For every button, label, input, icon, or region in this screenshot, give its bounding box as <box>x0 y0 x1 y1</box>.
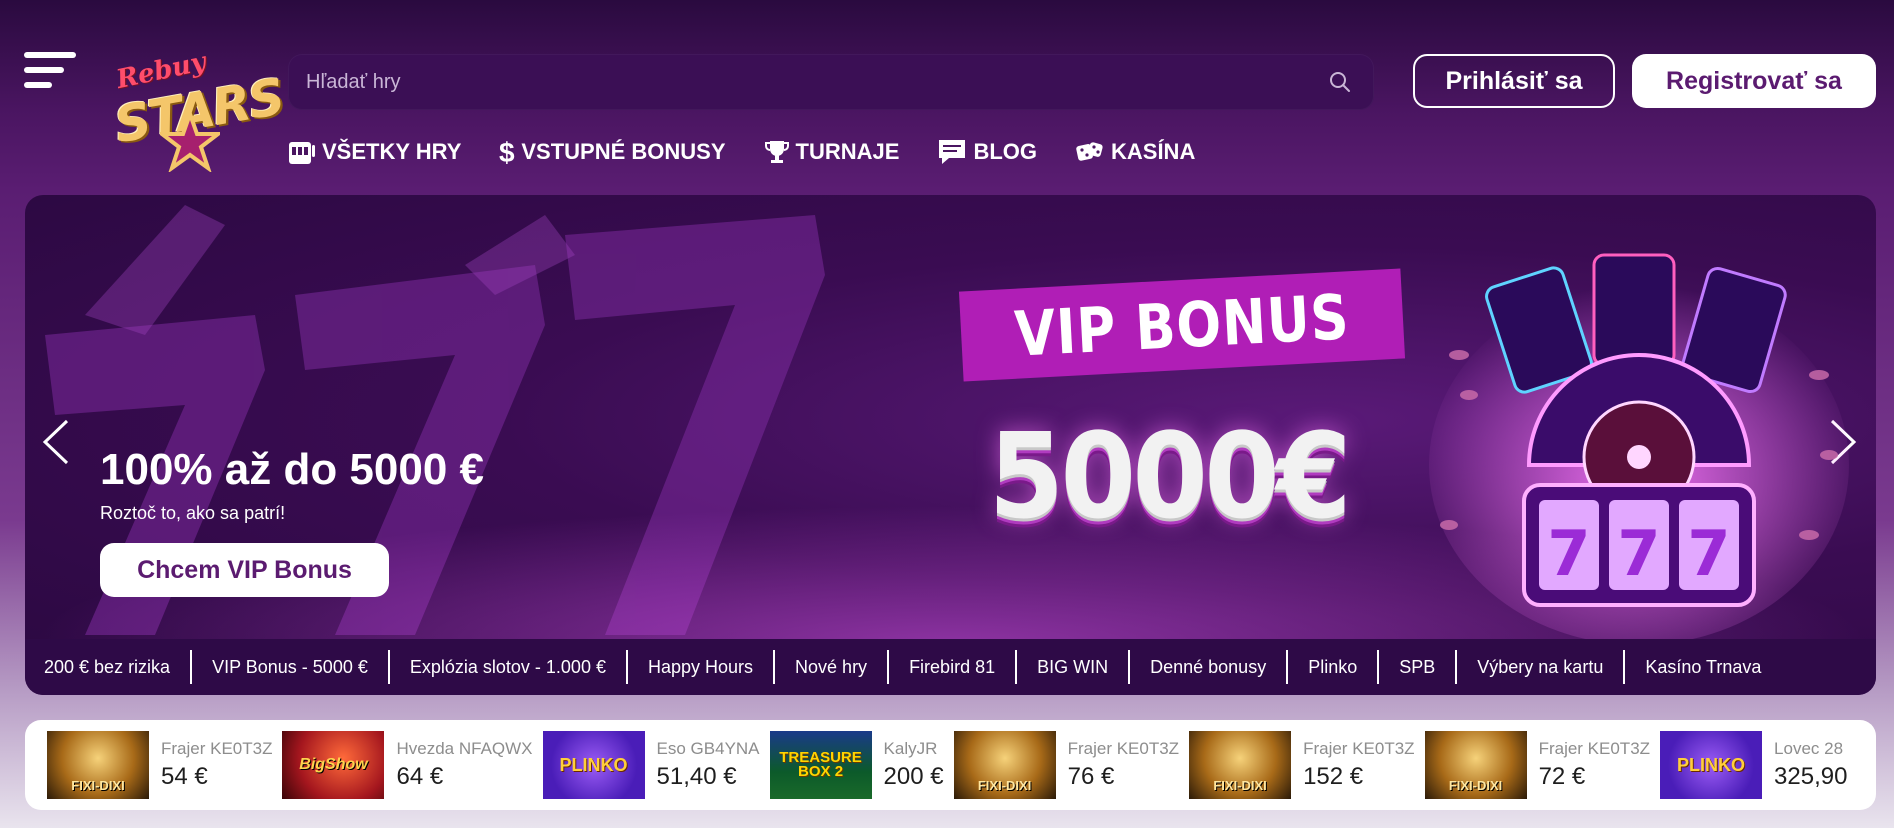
promo-tab[interactable]: Kasíno Trnava <box>1625 650 1781 684</box>
winner-item[interactable]: FIXI-DIXI Frajer KE0T3Z 54 € <box>47 731 272 799</box>
register-button[interactable]: Registrovať sa <box>1632 54 1876 108</box>
winner-name: Frajer KE0T3Z <box>1303 739 1415 758</box>
winner-amount: 325,90 <box>1774 763 1848 790</box>
game-thumbnail[interactable]: FIXI-DIXI <box>1424 731 1527 799</box>
promo-tab[interactable]: Denné bonusy <box>1130 650 1289 684</box>
svg-text:$: $ <box>499 138 515 166</box>
nav-item-tournaments[interactable]: TURNAJE <box>764 136 900 168</box>
promo-tabs: 200 € bez rizika VIP Bonus - 5000 € Expl… <box>25 639 1876 695</box>
promo-tab[interactable]: Výbery na kartu <box>1457 650 1626 684</box>
hero-title: 100% až do 5000 € <box>100 445 485 494</box>
game-thumbnail-title: PLINKO <box>559 755 628 775</box>
promo-tab[interactable]: VIP Bonus - 5000 € <box>192 650 390 684</box>
site-logo[interactable]: Rebuy STARS <box>110 47 287 180</box>
dollar-icon: $ <box>499 138 515 166</box>
winner-item[interactable]: TREASURE BOX 2 KalyJR 200 € <box>769 731 944 799</box>
promo-tab[interactable]: 200 € bez rizika <box>44 650 193 684</box>
winner-name: Frajer KE0T3Z <box>1067 739 1180 758</box>
search-input[interactable] <box>306 54 1286 110</box>
hero-subtitle: Roztoč to, ako sa patrí! <box>100 503 286 523</box>
winner-amount: 152 € <box>1303 763 1364 790</box>
chevron-left-icon[interactable] <box>41 417 71 467</box>
svg-text:7: 7 <box>1617 517 1660 590</box>
winner-name: Lovec 28 <box>1774 739 1844 758</box>
promo-tab[interactable]: Happy Hours <box>628 650 776 684</box>
chat-icon <box>939 140 966 164</box>
promo-tab[interactable]: Nové hry <box>775 650 890 684</box>
winner-amount: 76 € <box>1067 763 1115 790</box>
winner-item[interactable]: PLINKO Lovec 28 325,90 <box>1660 731 1847 799</box>
promo-tab[interactable]: Explózia slotov - 1.000 € <box>390 650 628 684</box>
game-thumbnail[interactable]: FIXI-DIXI <box>1189 731 1292 799</box>
nav-item-casinos[interactable]: KASÍNA <box>1075 136 1195 168</box>
winner-amount: 54 € <box>161 763 208 790</box>
game-thumbnail[interactable]: PLINKO <box>1660 731 1763 799</box>
game-thumbnail-title: PLINKO <box>1677 755 1746 775</box>
nav-item-all-games[interactable]: VŠETKY HRY <box>288 136 461 168</box>
vip-bonus-amount: 5000€ <box>988 407 1352 545</box>
slot-machine-illustration: 7 7 7 <box>1429 253 1849 645</box>
winner-item[interactable]: FIXI-DIXI Frajer KE0T3Z 152 € <box>1189 731 1415 799</box>
game-thumbnail-title: BigShow <box>299 756 368 773</box>
game-thumbnail-title: FIXI-DIXI <box>1213 778 1267 793</box>
svg-text:7: 7 <box>1687 517 1730 590</box>
winner-name: Eso GB4YNA <box>656 739 760 758</box>
promo-tab[interactable]: Plinko <box>1288 650 1380 684</box>
winner-amount: 51,40 € <box>656 763 737 790</box>
game-thumbnail-title: FIXI-DIXI <box>1448 778 1503 793</box>
search-bar <box>288 54 1374 110</box>
trophy-icon <box>764 141 789 163</box>
winner-amount: 64 € <box>396 763 444 790</box>
game-thumbnail-title: FIXI-DIXI <box>977 778 1032 793</box>
winner-amount: 200 € <box>883 763 944 790</box>
winner-name: Hvezda NFAQWX <box>396 739 533 758</box>
recent-winners-strip: FIXI-DIXI Frajer KE0T3Z 54 € BigShow Hve… <box>25 720 1876 810</box>
winner-name: Frajer KE0T3Z <box>1538 739 1651 758</box>
star-icon <box>160 112 220 172</box>
vip-bonus-badge-text: VIP BONUS <box>1012 279 1352 371</box>
hero-banner[interactable]: 100% až do 5000 € Roztoč to, ako sa patr… <box>25 195 1876 695</box>
game-thumbnail[interactable]: TREASURE BOX 2 <box>769 731 872 799</box>
nav-item-label: VŠETKY HRY <box>322 139 462 164</box>
nav-item-label: TURNAJE <box>795 139 900 164</box>
winner-item[interactable]: FIXI-DIXI Frajer KE0T3Z 72 € <box>1424 731 1651 799</box>
game-thumbnail[interactable]: PLINKO <box>542 731 645 799</box>
main-nav: VŠETKY HRY $ VSTUPNÉ BONUSY TURNAJE BLOG… <box>288 136 1195 168</box>
dice-icon <box>1076 142 1103 161</box>
nav-item-label: VSTUPNÉ BONUSY <box>521 139 726 164</box>
winner-item[interactable]: FIXI-DIXI Frajer KE0T3Z 76 € <box>953 731 1180 799</box>
winner-item[interactable]: PLINKO Eso GB4YNA 51,40 € <box>542 731 760 799</box>
winner-name: Frajer KE0T3Z <box>161 739 273 758</box>
promo-tab[interactable]: BIG WIN <box>1017 650 1131 684</box>
nav-item-bonuses[interactable]: $ VSTUPNÉ BONUSY <box>499 136 725 168</box>
promo-tab[interactable]: Firebird 81 <box>889 650 1018 684</box>
game-thumbnail-title: FIXI-DIXI <box>71 778 125 793</box>
nav-item-label: KASÍNA <box>1111 139 1196 164</box>
game-thumbnail[interactable]: FIXI-DIXI <box>47 731 149 799</box>
search-icon[interactable] <box>1328 70 1352 94</box>
winner-amount: 72 € <box>1538 763 1586 790</box>
nav-item-label: BLOG <box>973 139 1037 164</box>
winner-name: KalyJR <box>883 739 938 758</box>
slot-machine-icon <box>289 142 315 164</box>
game-thumbnail[interactable]: BigShow <box>282 731 385 799</box>
svg-text:7: 7 <box>1547 517 1590 590</box>
login-button[interactable]: Prihlásiť sa <box>1413 54 1615 108</box>
menu-icon[interactable] <box>24 52 76 92</box>
game-thumbnail[interactable]: FIXI-DIXI <box>953 731 1056 799</box>
winner-item[interactable]: BigShow Hvezda NFAQWX 64 € <box>282 731 533 799</box>
vip-bonus-button[interactable]: Chcem VIP Bonus <box>100 543 389 597</box>
game-thumbnail-title: TREASURE BOX 2 <box>779 749 862 780</box>
promo-tab[interactable]: SPB <box>1379 650 1458 684</box>
nav-item-blog[interactable]: BLOG <box>937 136 1037 168</box>
